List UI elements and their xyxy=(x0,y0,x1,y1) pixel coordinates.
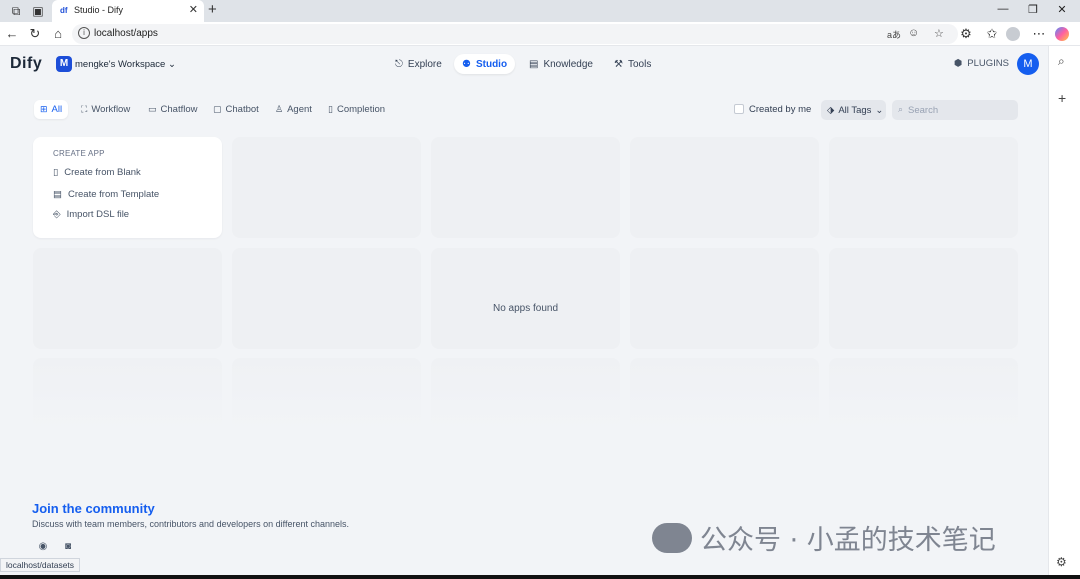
extensions-icon[interactable]: ⚙ xyxy=(958,26,974,42)
no-apps-message: No apps found xyxy=(492,303,559,314)
copilot-icon[interactable] xyxy=(1055,27,1069,41)
add-sidebar-icon[interactable]: + xyxy=(1058,90,1066,106)
nav-tools[interactable]: ⚒ Tools xyxy=(606,54,659,74)
translate-icon[interactable]: aあ xyxy=(887,28,901,41)
grid-icon: ⊞ xyxy=(40,104,48,114)
chevron-down-icon: ⌄ xyxy=(875,104,884,116)
site-info-icon[interactable]: i xyxy=(78,27,90,39)
filter-all[interactable]: ⊞ All xyxy=(34,100,69,119)
community-subtitle: Discuss with team members, contributors … xyxy=(32,519,349,529)
filter-agent[interactable]: ♙ Agent xyxy=(269,100,318,119)
placeholder-card xyxy=(431,358,620,433)
tab-title: Studio - Dify xyxy=(74,5,124,15)
profile-avatar-icon[interactable] xyxy=(1006,27,1020,41)
cube-icon: ⬢ xyxy=(954,58,963,69)
all-tags-dropdown[interactable]: ⬗ All Tags ⌄ xyxy=(821,100,886,120)
browser-sidebar: ⌕ + xyxy=(1048,46,1080,579)
back-icon[interactable]: ← xyxy=(4,26,20,42)
user-avatar[interactable]: M xyxy=(1017,53,1039,75)
discord-icon[interactable]: ◙ xyxy=(62,541,74,553)
placeholder-card xyxy=(33,248,222,349)
chatflow-icon: ▭ xyxy=(148,104,157,114)
workspace-badge: M xyxy=(56,56,72,72)
workspace-selector[interactable]: mengke's Workspace ⌄ xyxy=(75,59,176,70)
wechat-logo-icon xyxy=(652,522,692,553)
taskbar-edge xyxy=(0,575,1080,579)
file-plus-icon: ▯ xyxy=(53,167,59,178)
filter-workflow[interactable]: ⛶ Workflow xyxy=(75,100,136,119)
placeholder-card xyxy=(630,248,819,349)
placeholder-card xyxy=(232,137,421,238)
address-bar-row: ← ↻ ⌂ i localhost/apps aあ ☺ ☆ ⚙ ✩ ⋯ xyxy=(0,22,1080,46)
placeholder-card xyxy=(431,248,620,349)
hammer-icon: ⚒ xyxy=(614,58,623,70)
workflow-icon: ⛶ xyxy=(81,104,88,114)
completion-icon: ▯ xyxy=(328,104,333,114)
reader-icon[interactable]: ☺ xyxy=(908,27,919,39)
placeholder-card xyxy=(232,248,421,349)
placeholder-card xyxy=(829,248,1018,349)
search-icon: ⌕ xyxy=(898,104,904,114)
dify-logo[interactable]: Dify xyxy=(10,55,42,73)
filter-completion[interactable]: ▯ Completion xyxy=(322,100,391,119)
browser-tab-bar: ⧉ ▣ df Studio - Dify ✕ + — ❐ ✕ xyxy=(0,0,1080,22)
more-menu-icon[interactable]: ⋯ xyxy=(1031,26,1047,42)
tab-close-icon[interactable]: ✕ xyxy=(189,3,198,16)
placeholder-card xyxy=(829,137,1018,238)
import-dsl-button[interactable]: ⎆ Import DSL file xyxy=(53,209,129,220)
github-icon[interactable]: ◉ xyxy=(37,541,49,553)
nav-studio[interactable]: ⚉ Studio xyxy=(454,54,516,74)
placeholder-card xyxy=(33,358,222,433)
create-app-title: CREATE APP xyxy=(53,149,105,158)
placeholder-card xyxy=(431,137,620,238)
create-from-template-button[interactable]: ▤ Create from Template xyxy=(53,189,159,200)
reload-icon[interactable]: ↻ xyxy=(27,26,43,42)
placeholder-card xyxy=(630,358,819,433)
created-by-me-checkbox[interactable] xyxy=(734,104,744,114)
browser-tab[interactable]: df Studio - Dify ✕ xyxy=(52,0,204,22)
agent-icon: ♙ xyxy=(275,104,284,114)
status-bar-url: localhost/datasets xyxy=(0,558,81,572)
dify-app: Dify M mengke's Workspace ⌄ ⎋ Explore ⚉ St… xyxy=(0,46,1048,579)
tab-actions-icon[interactable]: ▣ xyxy=(30,3,46,19)
create-app-card: CREATE APP ▯ Create from Blank ▤ Create fr… xyxy=(33,137,222,238)
book-icon: ▤ xyxy=(529,58,539,70)
search-box: ⌕ xyxy=(892,100,1018,120)
plugins-button[interactable]: ⬢ PLUGINS xyxy=(954,58,1009,69)
filter-chatflow[interactable]: ▭ Chatflow xyxy=(142,100,203,119)
url-text: localhost/apps xyxy=(94,28,158,39)
nav-knowledge[interactable]: ▤ Knowledge xyxy=(521,54,601,74)
search-sidebar-icon[interactable]: ⌕ xyxy=(1058,54,1065,69)
home-icon[interactable]: ⌂ xyxy=(50,26,66,42)
template-icon: ▤ xyxy=(53,189,62,200)
close-window-icon[interactable]: ✕ xyxy=(1055,3,1069,16)
minimize-icon[interactable]: — xyxy=(996,3,1010,15)
tag-icon: ⬗ xyxy=(827,104,835,116)
dify-favicon-icon: df xyxy=(60,6,68,15)
import-icon: ⎆ xyxy=(53,209,61,220)
search-input[interactable] xyxy=(908,102,1013,118)
chatbot-icon: ▢ xyxy=(213,104,222,114)
created-by-me-label: Created by me xyxy=(749,104,812,115)
favorites-icon[interactable]: ✩ xyxy=(984,26,1000,42)
placeholder-card xyxy=(232,358,421,433)
url-field[interactable]: i localhost/apps aあ ☺ ☆ xyxy=(72,24,958,44)
filter-chatbot[interactable]: ▢ Chatbot xyxy=(207,100,265,119)
compass-icon: ⎋ xyxy=(395,58,403,70)
settings-gear-icon[interactable]: ⚙ xyxy=(1056,555,1067,569)
placeholder-card xyxy=(829,358,1018,433)
create-from-blank-button[interactable]: ▯ Create from Blank xyxy=(53,167,141,178)
new-tab-icon[interactable]: + xyxy=(208,1,217,18)
community-title: Join the community xyxy=(32,501,155,516)
watermark: 公众号 · 小孟的技术笔记 xyxy=(652,518,996,557)
placeholder-card xyxy=(630,137,819,238)
workspaces-icon[interactable]: ⧉ xyxy=(8,3,24,19)
favorite-star-icon[interactable]: ☆ xyxy=(934,27,944,40)
nav-explore[interactable]: ⎋ Explore xyxy=(387,54,450,74)
robot-icon: ⚉ xyxy=(462,58,471,70)
restore-icon[interactable]: ❐ xyxy=(1026,3,1040,16)
